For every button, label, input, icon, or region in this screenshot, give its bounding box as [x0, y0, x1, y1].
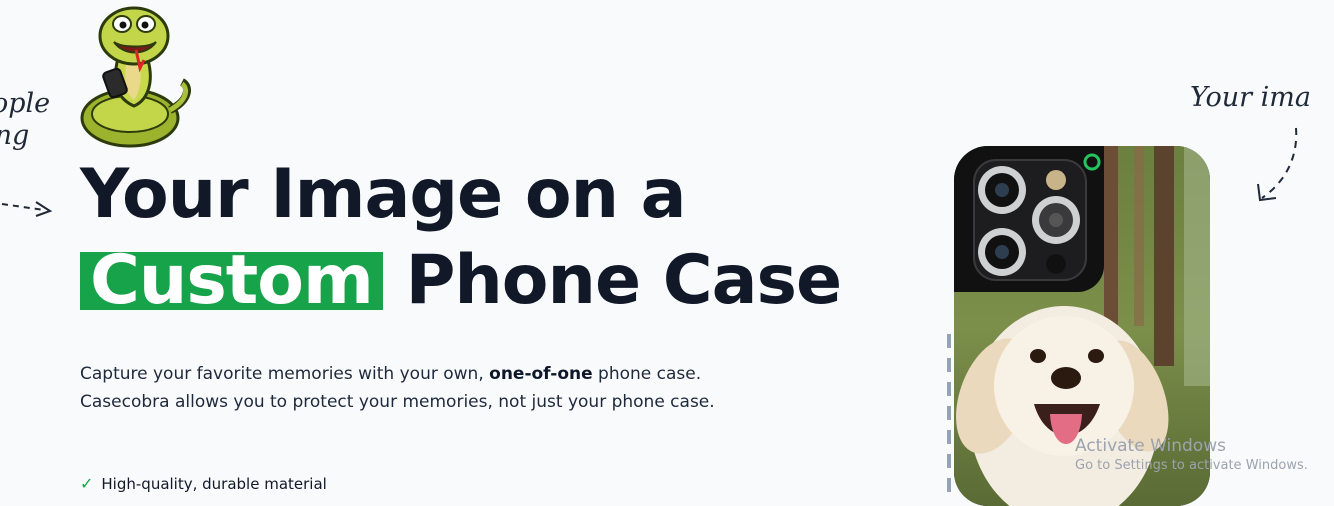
snake-mascot-icon: [80, 6, 191, 148]
hero-description: Capture your favorite memories with your…: [80, 364, 715, 412]
windows-activation-watermark: Activate Windows Go to Settings to activ…: [1075, 436, 1308, 473]
description-emphasis: one-of-one: [489, 364, 593, 384]
dashed-arrow-right-icon: [1257, 127, 1298, 202]
handwritten-note-right: Your ima: [1190, 82, 1311, 113]
title-rest: Phone Case: [405, 241, 843, 320]
dashed-arrow-left-icon: [1, 201, 53, 217]
feature-label: High-quality, durable material: [101, 474, 327, 493]
title-line-2: Custom Phone Case: [80, 238, 843, 324]
handwritten-note-left: ople ing: [0, 88, 51, 152]
title-highlight: Custom: [80, 247, 383, 315]
page-title: Your Image on a Custom Phone Case: [80, 152, 843, 324]
check-icon: ✓: [80, 474, 94, 493]
feature-item: ✓ High-quality, durable material: [80, 474, 327, 493]
title-line-1: Your Image on a: [80, 155, 687, 234]
